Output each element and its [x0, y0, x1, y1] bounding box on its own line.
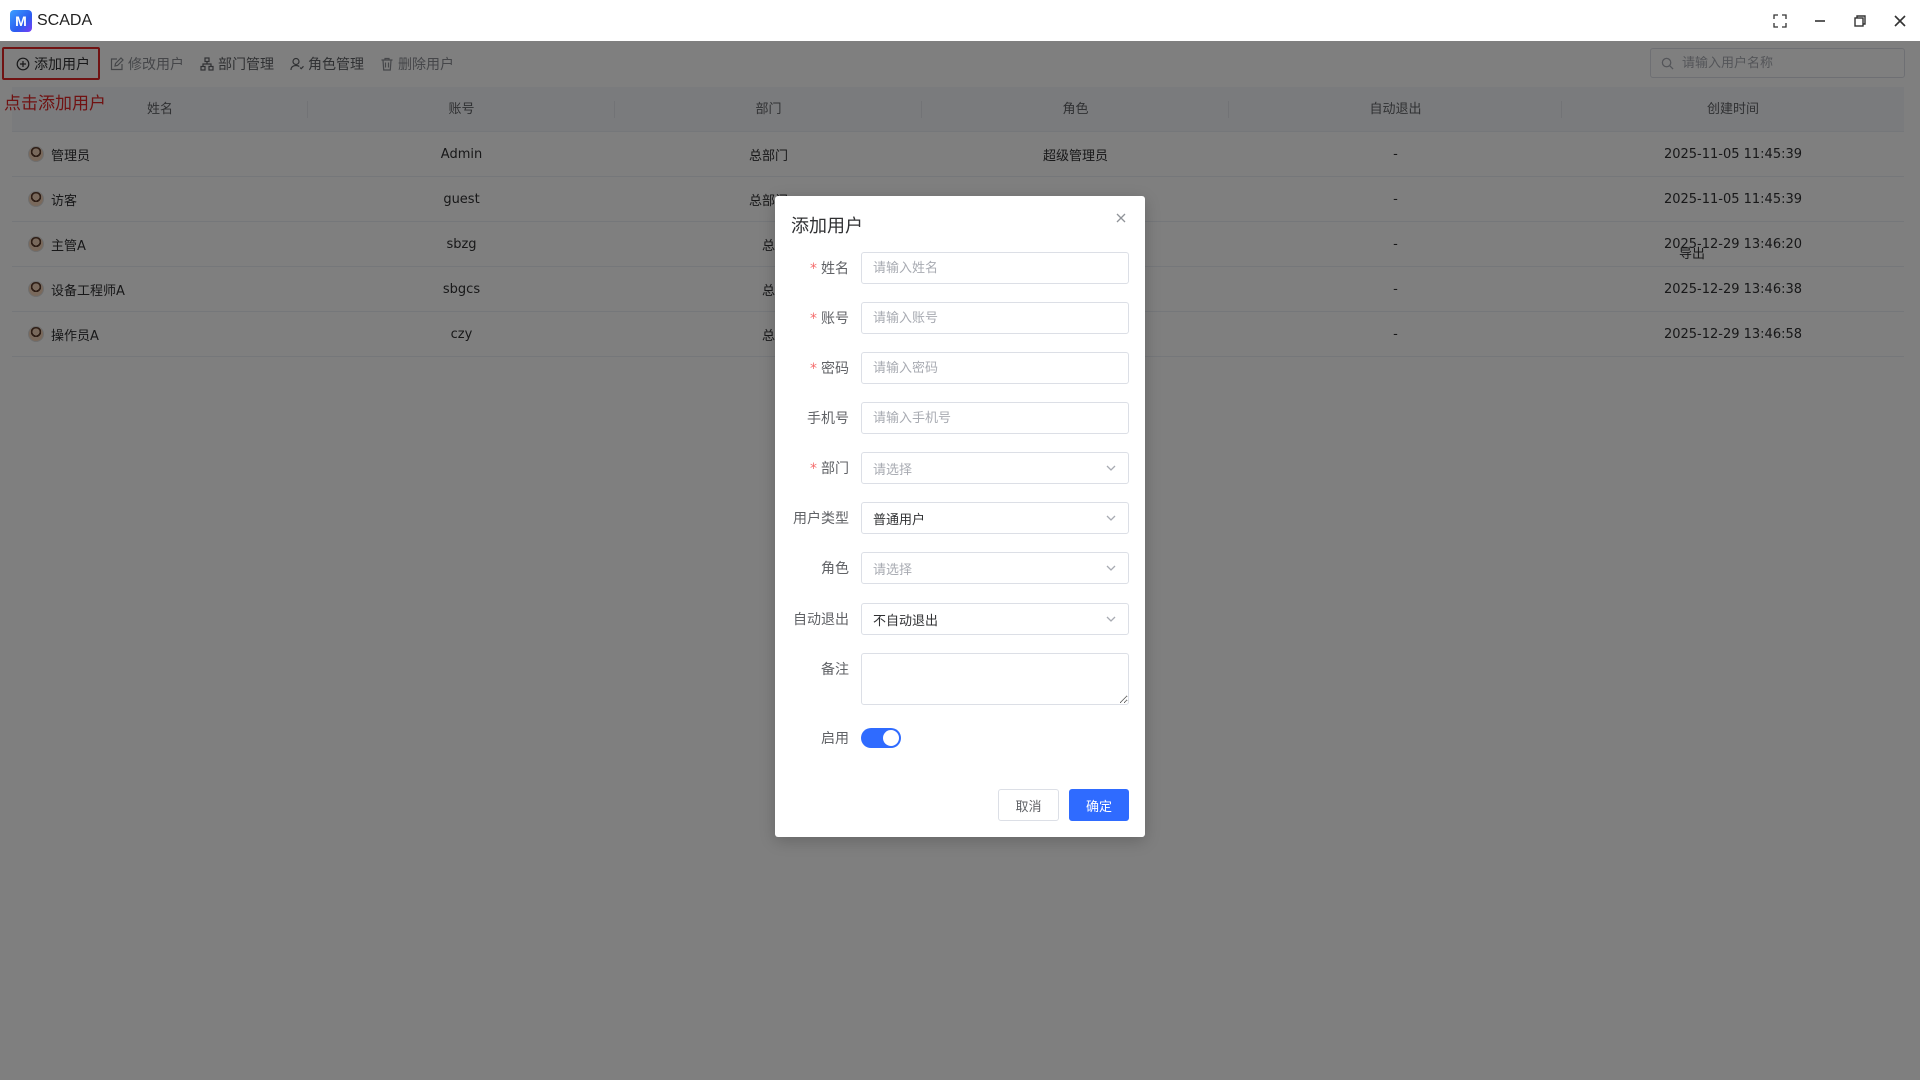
dept-placeholder: 请选择 — [873, 462, 913, 478]
field-label: * 密码 — [775, 358, 861, 378]
field-label: 备注 — [775, 653, 861, 679]
chevron-down-icon — [1106, 616, 1116, 622]
form-row-user-type: 用户类型 普通用户 — [775, 502, 1145, 534]
fullscreen-button[interactable] — [1760, 0, 1800, 41]
field-label: * 部门 — [775, 458, 861, 478]
auto-logout-value: 不自动退出 — [873, 613, 939, 629]
app-title: SCADA — [37, 11, 93, 29]
user-type-select[interactable]: 普通用户 — [861, 502, 1129, 534]
field-label: 手机号 — [775, 408, 861, 428]
role-label: 角色 — [821, 561, 849, 577]
form-row-role: 角色 请选择 — [775, 552, 1145, 584]
field-label: 启用 — [775, 728, 861, 748]
account-label: 账号 — [821, 311, 849, 327]
field-label: 自动退出 — [775, 609, 861, 629]
field-label: * 账号 — [775, 308, 861, 328]
minimize-icon — [1815, 19, 1825, 22]
enabled-toggle[interactable] — [861, 728, 901, 748]
form-row-password: * 密码 — [775, 352, 1145, 384]
form-row-dept: * 部门 请选择 — [775, 452, 1145, 484]
remark-textarea[interactable] — [861, 653, 1129, 705]
remark-label: 备注 — [821, 662, 849, 678]
app-logo-icon: M — [10, 9, 32, 32]
name-label: 姓名 — [821, 261, 849, 277]
required-mark: * — [810, 461, 817, 477]
chevron-down-icon — [1106, 565, 1116, 571]
form-row-name: * 姓名 — [775, 252, 1145, 284]
form-row-account: * 账号 — [775, 302, 1145, 334]
field-label: * 姓名 — [775, 258, 861, 278]
user-type-label: 用户类型 — [793, 511, 849, 527]
dept-label: 部门 — [821, 461, 849, 477]
cancel-button[interactable]: 取消 — [998, 789, 1059, 821]
restore-icon — [1854, 14, 1866, 27]
title-bar: M SCADA — [0, 0, 1920, 41]
restore-button[interactable] — [1840, 0, 1880, 41]
field-label: 角色 — [775, 558, 861, 578]
fullscreen-icon — [1773, 13, 1787, 28]
user-type-value: 普通用户 — [873, 512, 926, 528]
add-user-dialog: 添加用户 *姓名 *账号 *密码 手机号 *部门 请选择 用户类型 普通用户 角… — [775, 196, 1145, 837]
toggle-knob — [883, 730, 899, 746]
account-input[interactable] — [861, 302, 1129, 334]
chevron-down-icon — [1106, 465, 1116, 471]
enabled-label: 启用 — [821, 731, 849, 747]
password-input[interactable] — [861, 352, 1129, 384]
close-window-button[interactable] — [1880, 0, 1920, 41]
form-row-enabled: 启用 — [775, 722, 1145, 754]
window-controls — [1760, 0, 1920, 41]
password-label: 密码 — [821, 361, 849, 377]
required-mark: * — [810, 311, 817, 327]
phone-label: 手机号 — [807, 411, 849, 427]
minimize-button[interactable] — [1800, 0, 1840, 41]
auto-logout-select[interactable]: 不自动退出 — [861, 603, 1129, 635]
role-select[interactable]: 请选择 — [861, 552, 1129, 584]
required-mark: * — [810, 361, 817, 377]
role-placeholder: 请选择 — [873, 562, 913, 578]
confirm-button[interactable]: 确定 — [1069, 789, 1129, 821]
close-icon[interactable] — [1113, 210, 1129, 226]
form-row-remark: 备注 — [775, 653, 1145, 707]
name-input[interactable] — [861, 252, 1129, 284]
dept-select[interactable]: 请选择 — [861, 452, 1129, 484]
required-mark: * — [810, 261, 817, 277]
close-icon — [1894, 14, 1906, 27]
form-row-auto-logout: 自动退出 不自动退出 — [775, 603, 1145, 635]
chevron-down-icon — [1106, 515, 1116, 521]
auto-logout-label: 自动退出 — [793, 612, 849, 628]
field-label: 用户类型 — [775, 508, 861, 528]
dialog-title: 添加用户 — [791, 216, 863, 237]
form-row-phone: 手机号 — [775, 402, 1145, 434]
phone-input[interactable] — [861, 402, 1129, 434]
